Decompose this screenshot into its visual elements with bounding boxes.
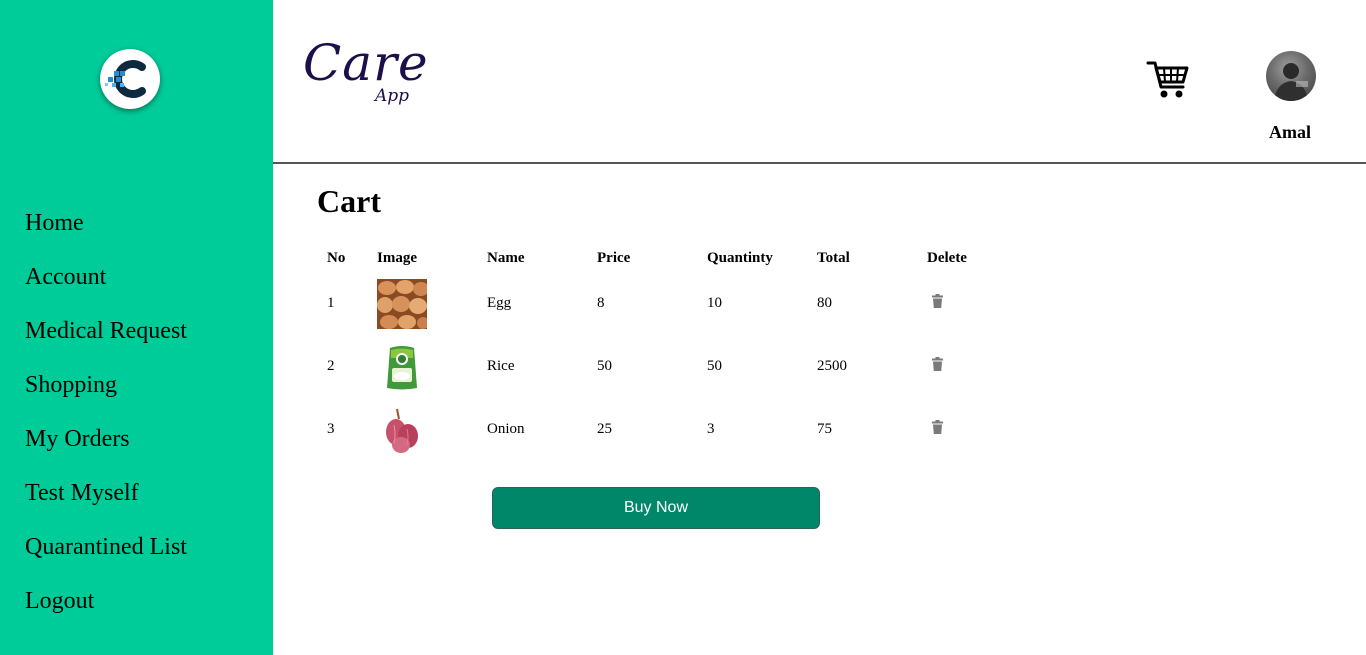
table-header-row: No Image Name Price Quantinty Total Dele… [322,245,987,272]
cell-price: 25 [597,421,612,437]
cell-no: 3 [327,421,335,437]
sidebar-item-account[interactable]: Account [25,259,187,313]
column-header-total: Total [817,250,850,266]
sidebar: Home Account Medical Request Shopping My… [0,0,273,655]
column-header-delete: Delete [927,250,967,266]
sidebar-item-medical-request[interactable]: Medical Request [25,313,187,367]
onion-product-image [377,404,427,455]
trash-icon[interactable] [932,294,943,313]
cell-total: 75 [817,421,832,437]
rice-product-image [377,341,427,392]
sidebar-item-my-orders[interactable]: My Orders [25,421,187,475]
cell-image [372,272,482,335]
egg-product-image [377,278,427,329]
cell-name: Rice [487,358,515,374]
table-row: 2 Rice 50 50 2500 [322,335,987,398]
sidebar-item-quarantined-list[interactable]: Quarantined List [25,529,187,583]
brand-sub-text: App [375,86,410,106]
trash-icon[interactable] [932,357,943,376]
trash-icon[interactable] [932,420,943,439]
cell-delete [922,398,987,461]
table-row: 3 Onion 25 3 75 [322,398,987,461]
cell-quantity: 10 [707,295,722,311]
cell-name: Egg [487,295,512,311]
cell-name: Onion [487,421,525,437]
brand-main-text: Care [303,34,429,92]
shopping-cart-icon[interactable] [1146,58,1190,107]
user-name: Amal [1269,122,1311,142]
top-header: Care App Amal [273,0,1366,164]
cell-no: 2 [327,358,335,374]
brand-logo[interactable]: Care App [303,34,429,106]
cell-price: 8 [597,295,605,311]
column-header-no: No [327,250,346,266]
cart-table: No Image Name Price Quantinty Total Dele… [322,245,987,461]
cell-delete [922,272,987,335]
column-header-image: Image [377,250,417,266]
cell-total: 80 [817,295,832,311]
column-header-name: Name [487,250,525,266]
cell-total: 2500 [817,358,847,374]
sidebar-item-home[interactable]: Home [25,205,187,259]
page-title: Cart [317,183,381,219]
cell-image [372,398,482,461]
cell-quantity: 50 [707,358,722,374]
buy-now-button[interactable]: Buy Now [492,487,820,529]
sidebar-item-shopping[interactable]: Shopping [25,367,187,421]
cell-quantity: 3 [707,421,715,437]
column-header-quantity: Quantinty [707,250,773,266]
sidebar-item-test-myself[interactable]: Test Myself [25,475,187,529]
cell-price: 50 [597,358,612,374]
cell-delete [922,335,987,398]
care-app-logo-icon[interactable] [100,49,160,109]
sidebar-nav: Home Account Medical Request Shopping My… [25,205,187,637]
cell-image [372,335,482,398]
sidebar-item-logout[interactable]: Logout [25,583,187,637]
user-avatar[interactable] [1266,51,1316,101]
column-header-price: Price [597,250,631,266]
cell-no: 1 [327,295,335,311]
table-row: 1 Egg 8 10 80 [322,272,987,335]
